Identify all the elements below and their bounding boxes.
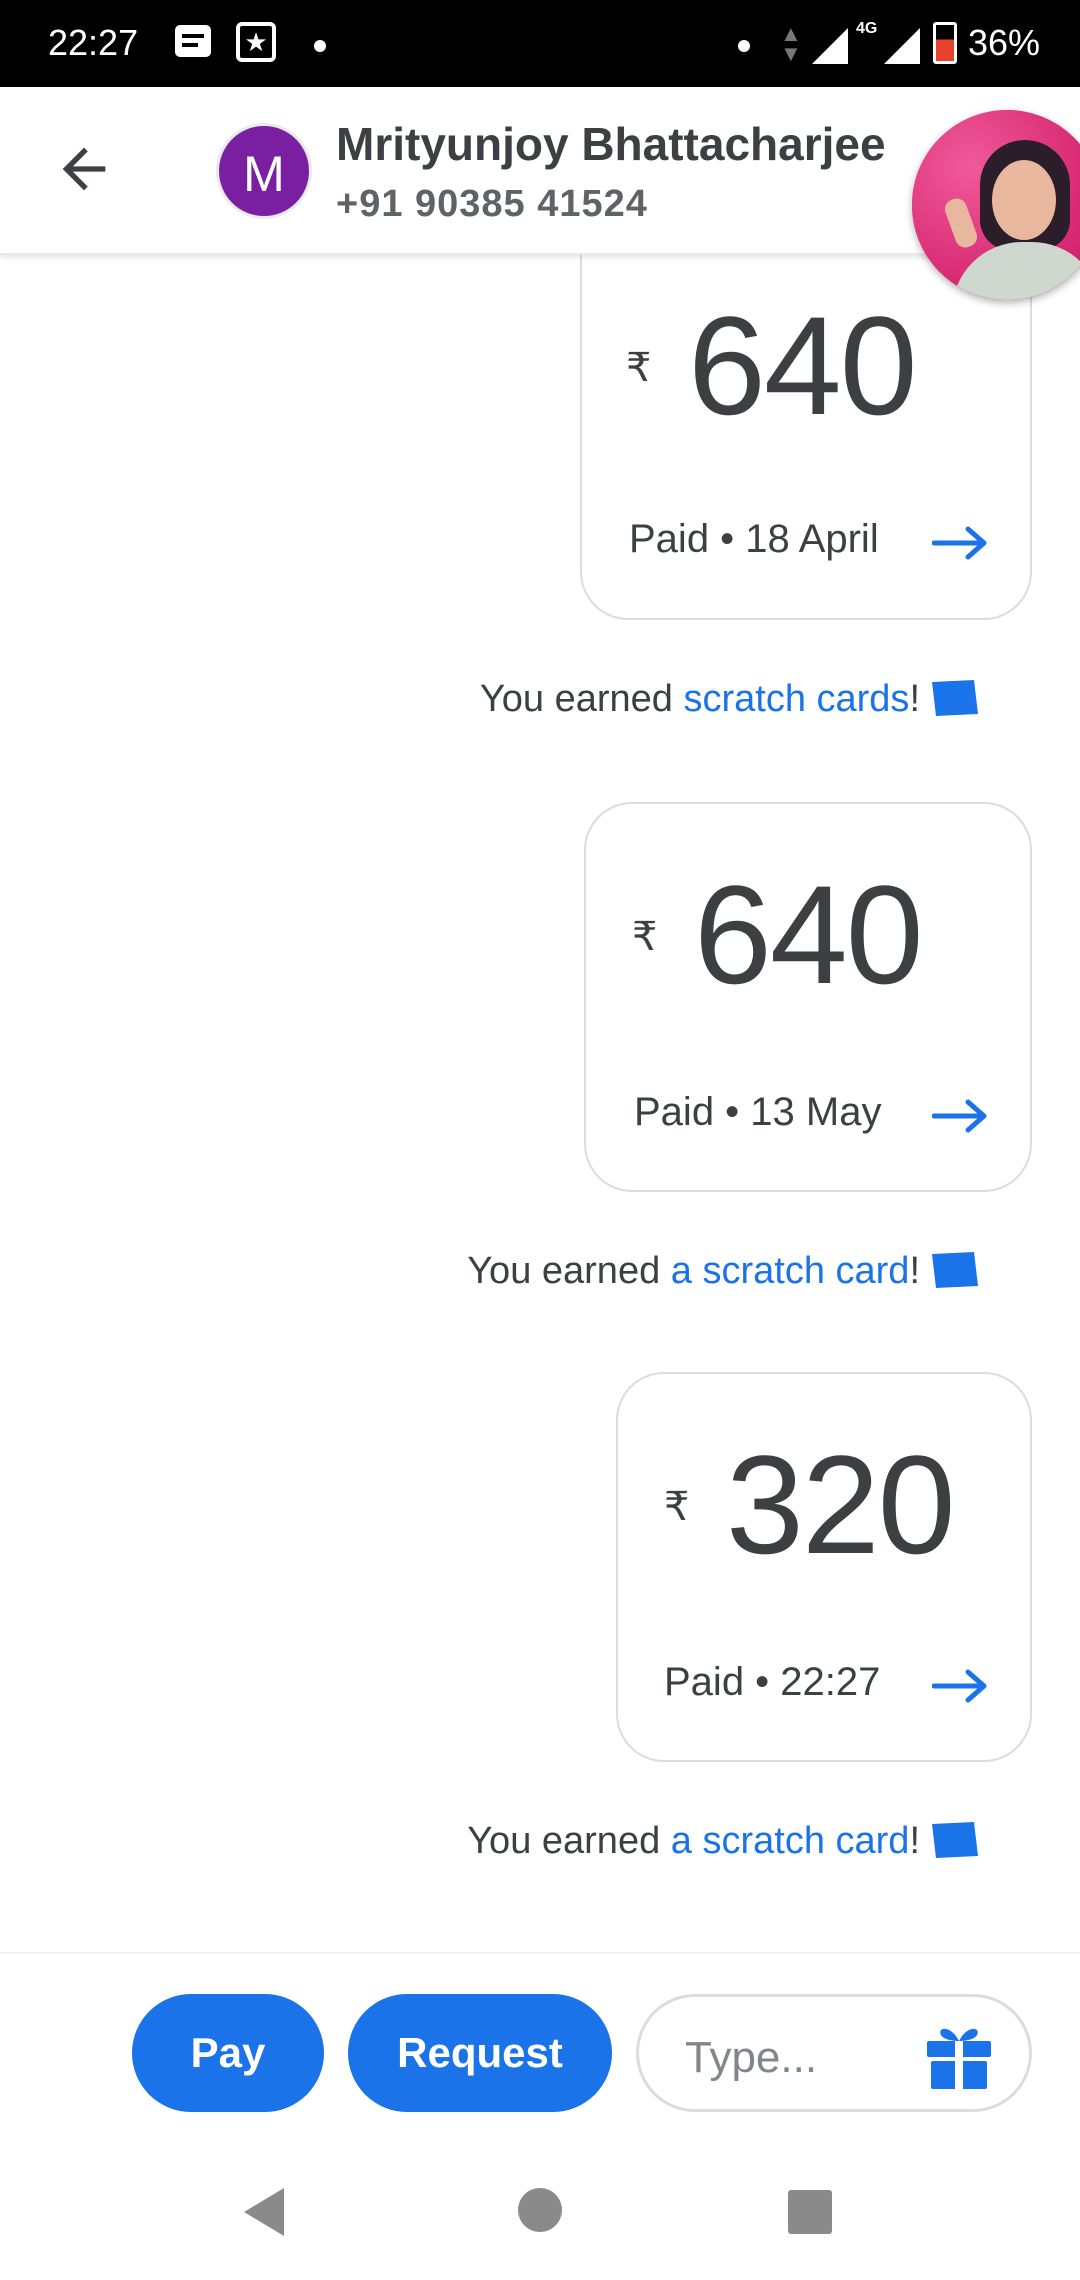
contact-name: Mrityunjoy Bhattacharjee — [336, 118, 886, 170]
nav-back-icon[interactable] — [244, 2188, 284, 2236]
battery-icon — [933, 22, 957, 64]
avatar[interactable]: M — [216, 123, 312, 219]
scratch-card-link[interactable]: scratch cards — [683, 678, 909, 720]
notification-dot — [314, 40, 326, 52]
payment-amount: 640 — [688, 287, 918, 444]
arrow-right-icon[interactable] — [932, 1666, 990, 1706]
scratch-card-icon[interactable] — [930, 678, 980, 718]
signal-4g-icon: 4G — [856, 20, 878, 37]
data-arrows-icon: ▲ ▼ — [780, 21, 802, 66]
scratch-card-message: You earned scratch cards! — [479, 678, 920, 720]
pay-button[interactable]: Pay — [132, 1994, 324, 2112]
payment-card[interactable]: ₹ 320 Paid • 22:27 — [616, 1372, 1032, 1762]
star-app-icon: ★ — [236, 22, 276, 62]
scratch-card-icon[interactable] — [930, 1250, 980, 1290]
signal-icon — [812, 28, 848, 64]
payment-status: Paid • 22:27 — [664, 1660, 881, 1704]
currency-symbol: ₹ — [664, 1485, 690, 1529]
currency-symbol: ₹ — [626, 346, 652, 390]
arrow-right-icon[interactable] — [932, 1096, 990, 1136]
request-button[interactable]: Request — [348, 1994, 612, 2112]
scratch-card-link[interactable]: a scratch card — [671, 1820, 910, 1862]
gift-icon[interactable] — [923, 2021, 995, 2091]
scratch-card-link[interactable]: a scratch card — [671, 1250, 910, 1292]
arrow-right-icon[interactable] — [932, 523, 990, 563]
payment-card[interactable]: ₹ 640 Paid • 13 May — [584, 802, 1032, 1192]
message-input[interactable]: Type... — [636, 1994, 1032, 2112]
nav-home-icon[interactable] — [518, 2188, 562, 2232]
back-arrow-icon[interactable] — [52, 137, 116, 201]
notification-dot — [738, 40, 750, 52]
message-icon — [175, 25, 211, 57]
payment-amount: 320 — [726, 1426, 956, 1583]
profile-photo[interactable] — [912, 110, 1080, 300]
nav-recents-icon[interactable] — [788, 2190, 832, 2234]
contact-phone: +91 90385 41524 — [336, 183, 648, 225]
scratch-card-message: You earned a scratch card! — [467, 1820, 920, 1862]
signal-icon — [884, 28, 920, 64]
payment-amount: 640 — [694, 856, 924, 1013]
status-time: 22:27 — [48, 22, 139, 63]
battery-percent: 36% — [968, 22, 1041, 63]
payment-status: Paid • 13 May — [634, 1090, 882, 1134]
currency-symbol: ₹ — [632, 915, 658, 959]
action-bar: Pay Request Type... — [0, 1952, 1080, 2132]
system-nav-bar — [0, 2140, 1080, 2280]
scratch-card-icon[interactable] — [930, 1820, 980, 1860]
payment-status: Paid • 18 April — [629, 517, 879, 561]
message-placeholder: Type... — [685, 2033, 818, 2082]
status-bar: 22:27 ★ ▲ ▼ 4G 36% — [0, 0, 1080, 87]
scratch-card-message: You earned a scratch card! — [467, 1250, 920, 1292]
